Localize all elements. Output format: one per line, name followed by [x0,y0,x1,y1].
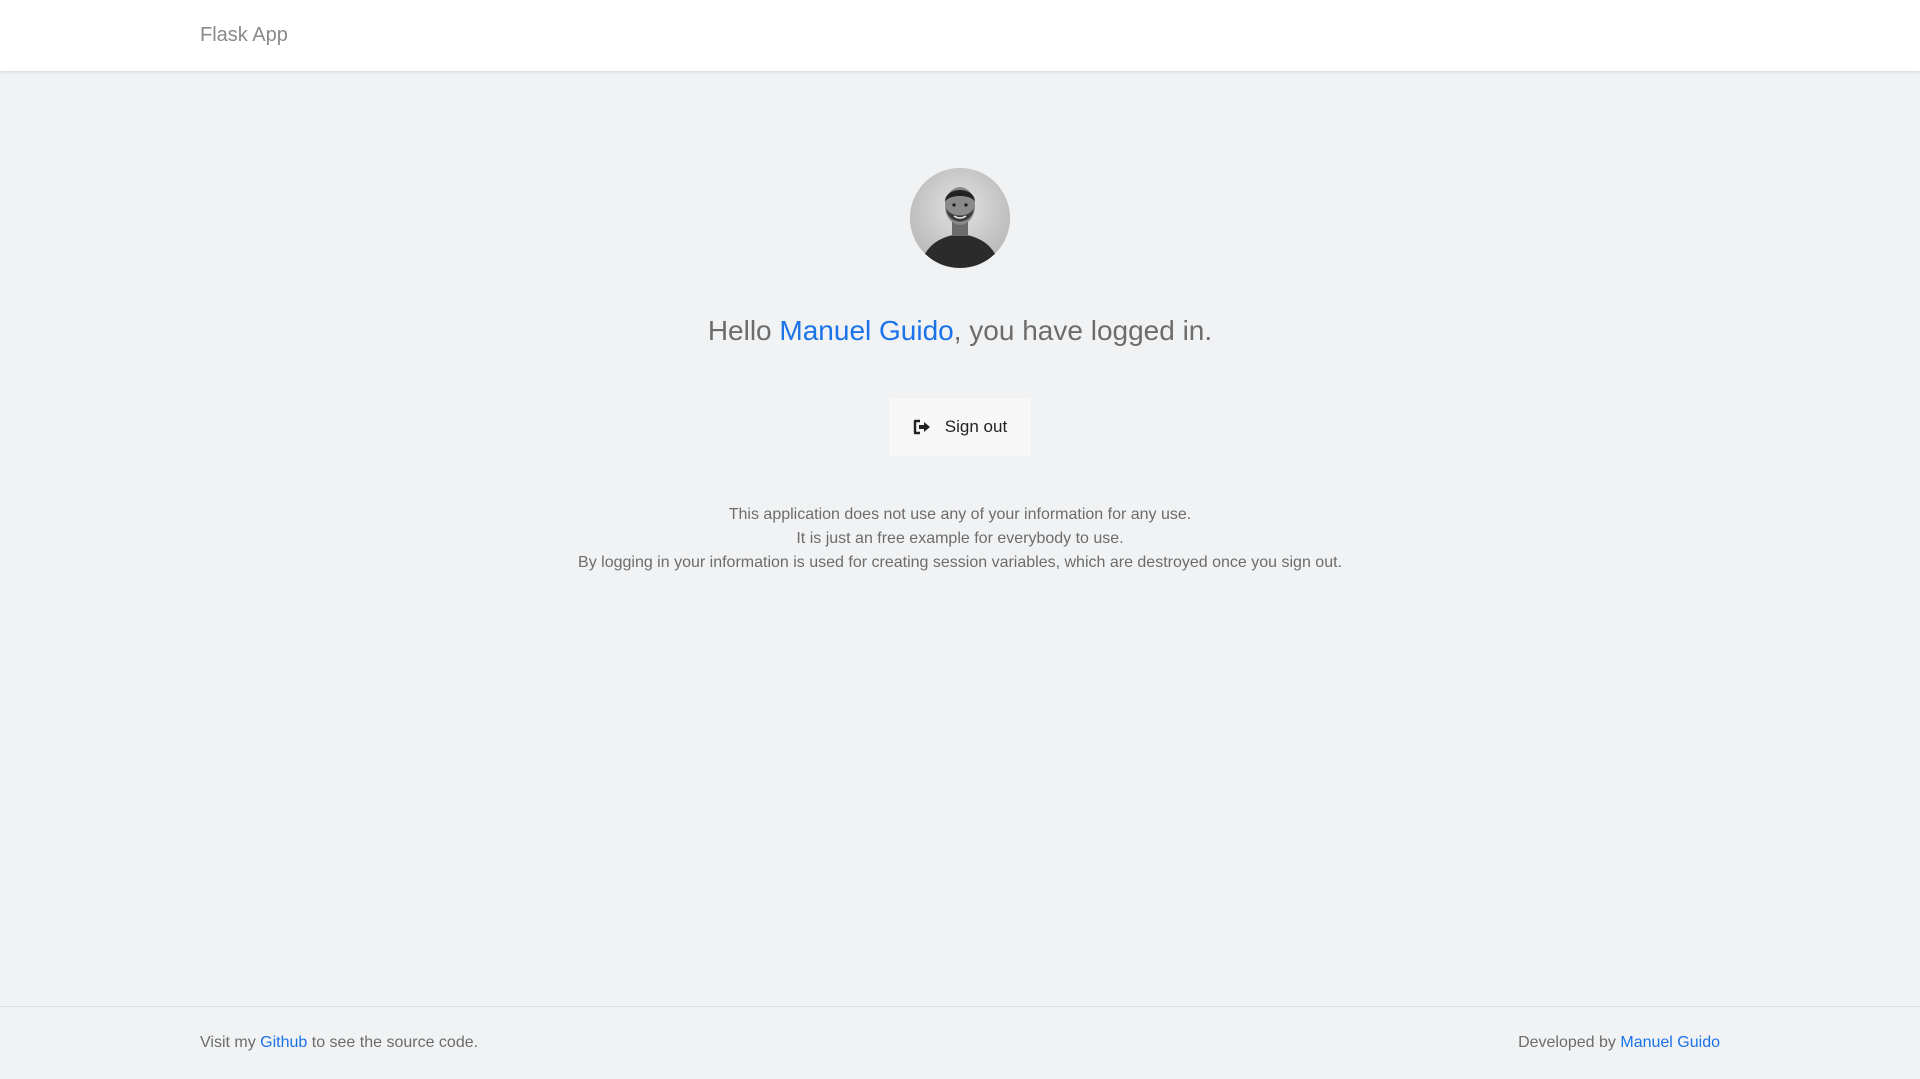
github-link[interactable]: Github [260,1034,307,1051]
info-line-1: This application does not use any of you… [728,506,1192,523]
footer-developer-note: Developed by Manuel Guido [1518,1034,1720,1052]
footer: Visit my Github to see the source code. … [0,1006,1920,1079]
footer-right-prefix: Developed by [1518,1034,1621,1051]
sign-out-label: Sign out [944,417,1008,436]
greeting-suffix: , you have logged in. [953,315,1213,346]
avatar [910,168,1010,268]
brand-link[interactable]: Flask App [200,24,288,47]
navbar: Flask App [0,0,1920,71]
sign-out-button[interactable]: Sign out [889,398,1031,456]
greeting-heading: Hello Manuel Guido, you have logged in. [0,313,1920,349]
footer-left-suffix: to see the source code. [307,1034,479,1051]
user-name-link[interactable]: Manuel Guido [779,315,953,346]
info-text: This application does not use any of you… [0,503,1920,575]
sign-out-icon [913,419,931,435]
developer-link[interactable]: Manuel Guido [1620,1034,1720,1051]
footer-source-note: Visit my Github to see the source code. [200,1034,478,1052]
avatar-photo [910,168,1010,268]
info-line-2: It is just an free example for everybody… [796,530,1124,547]
greeting-prefix: Hello [707,315,780,346]
footer-left-prefix: Visit my [200,1034,261,1051]
info-line-3: By logging in your information is used f… [578,554,1342,571]
